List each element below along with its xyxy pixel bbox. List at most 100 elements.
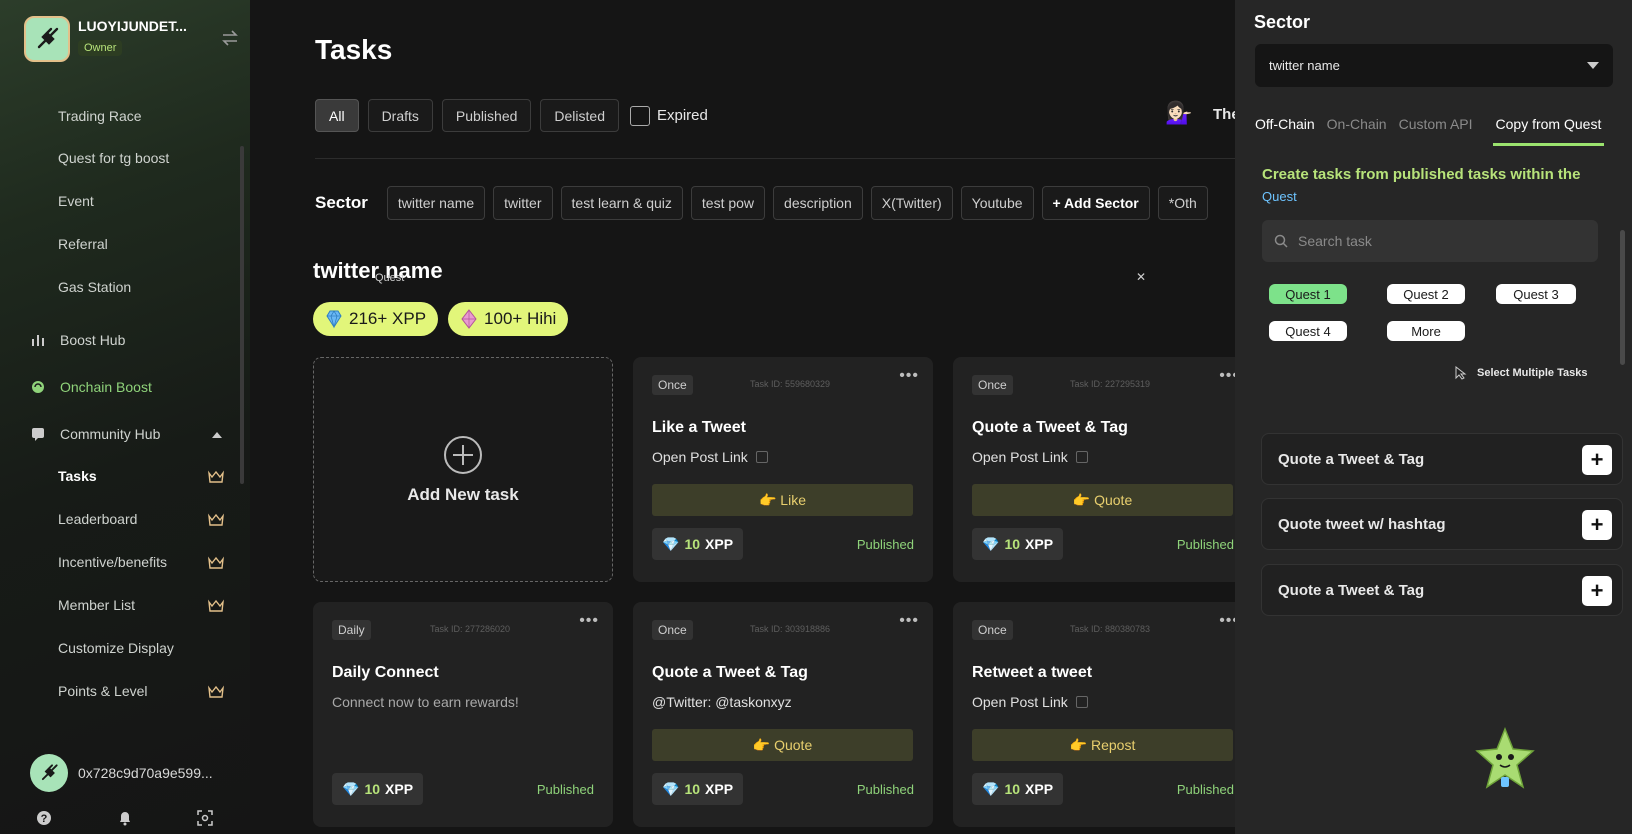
brand-logo-icon (24, 16, 70, 62)
filter-delisted[interactable]: Delisted (540, 99, 619, 132)
sector-chip[interactable]: test learn & quiz (560, 186, 683, 220)
sidebar-item-incentive[interactable]: Incentive/benefits (58, 554, 167, 570)
chevron-up-icon[interactable] (212, 431, 222, 438)
diamond-blue-icon: 💎 (982, 535, 1000, 552)
bell-icon[interactable] (117, 810, 133, 826)
expired-checkbox[interactable] (630, 105, 650, 126)
panel-scrollbar[interactable] (1620, 230, 1625, 365)
more-options-icon[interactable]: ••• (579, 612, 599, 630)
sidebar-group-onchain-boost[interactable]: Onchain Boost (30, 379, 152, 395)
sidebar-item-leaderboard[interactable]: Leaderboard (58, 511, 137, 527)
chart-icon (30, 332, 46, 348)
copy-icon[interactable] (1075, 451, 1088, 463)
tab-off-chain[interactable]: Off-Chain (1255, 116, 1315, 146)
sector-row: Sector twitter name twitter test learn &… (315, 186, 1208, 220)
sector-chip[interactable]: description (773, 186, 863, 220)
wallet-account[interactable]: 0x728c9d70a9e599... (30, 754, 213, 792)
panel-headline-quest: Quest (1262, 189, 1297, 204)
sidebar-item-tasks[interactable]: Tasks (58, 468, 97, 484)
sidebar-scrollbar[interactable] (240, 146, 244, 484)
task-id: Task ID: 559680329 (750, 379, 831, 389)
points-badge: 💎 10 XPP (652, 528, 744, 560)
add-sector-button[interactable]: + Add Sector (1041, 186, 1150, 220)
sidebar-item-trading-race[interactable]: Trading Race (58, 108, 142, 124)
quest-pill-1[interactable]: Quest 1 (1269, 284, 1347, 304)
sidebar-group-boost-hub[interactable]: Boost Hub (30, 332, 125, 348)
task-action-button[interactable]: 👉 Quote (972, 484, 1233, 516)
filter-published[interactable]: Published (441, 99, 532, 132)
brand-name: LUOYIJUNDET... (78, 18, 187, 34)
frequency-badge: Once (652, 375, 693, 395)
add-task-button[interactable]: + (1582, 510, 1612, 540)
sidebar-item-points-level[interactable]: Points & Level (58, 683, 148, 699)
points-value: 10 (1004, 536, 1021, 552)
filter-drafts[interactable]: Drafts (367, 99, 433, 132)
sidebar-item-referral[interactable]: Referral (58, 236, 108, 252)
mascot-assistant-icon[interactable] (1475, 727, 1535, 797)
quest-pill-3[interactable]: Quest 3 (1496, 284, 1576, 304)
task-card[interactable]: Daily Task ID: 277286020 ••• Daily Conne… (313, 602, 613, 827)
status-badge: Published (856, 782, 914, 797)
task-action-button[interactable]: 👉 Repost (972, 729, 1233, 761)
points-value: 10 (1004, 781, 1021, 797)
panel-headline: Create tasks from published tasks within… (1262, 164, 1602, 208)
status-filters: All Drafts Published Delisted Expired (315, 99, 708, 132)
sidebar-group-label: Onchain Boost (60, 379, 152, 395)
tab-custom-api[interactable]: Custom API (1399, 116, 1473, 146)
tab-copy-from-quest[interactable]: Copy from Quest (1492, 116, 1605, 146)
help-icon[interactable]: ? (36, 810, 52, 826)
divider (315, 158, 1235, 159)
sector-chip[interactable]: twitter (493, 186, 553, 220)
quest-pill-4[interactable]: Quest 4 (1269, 321, 1347, 341)
task-subtitle: Connect now to earn rewards! (332, 694, 519, 710)
chevron-down-icon (1587, 62, 1599, 69)
filter-all[interactable]: All (315, 99, 359, 132)
sector-chip[interactable]: X(Twitter) (870, 186, 953, 220)
sector-chip[interactable]: twitter name (386, 186, 486, 220)
more-options-icon[interactable]: ••• (1219, 612, 1235, 630)
diamond-blue-icon: 💎 (982, 780, 1000, 797)
sector-chip[interactable]: *Oth (1157, 186, 1208, 220)
select-multiple-toggle[interactable]: Select Multiple Tasks (1455, 366, 1587, 380)
task-action-button[interactable]: 👉 Quote (652, 729, 913, 761)
task-card[interactable]: Once Task ID: 227295319 ••• Quote a Twee… (953, 357, 1235, 582)
sidebar-item-customize-display[interactable]: Customize Display (58, 640, 174, 656)
swap-icon[interactable] (220, 28, 240, 48)
copy-icon[interactable] (755, 451, 768, 463)
points-value: 10 (364, 781, 381, 797)
brand-header[interactable]: LUOYIJUNDET... Owner (22, 14, 238, 64)
more-options-icon[interactable]: ••• (899, 612, 919, 630)
sidebar-item-event[interactable]: Event (58, 193, 94, 209)
scan-icon[interactable] (197, 810, 213, 826)
frequency-badge: Once (652, 620, 693, 640)
tab-on-chain[interactable]: On-Chain (1327, 116, 1387, 146)
more-options-icon[interactable]: ••• (899, 367, 919, 385)
more-options-icon[interactable]: ••• (1219, 367, 1235, 385)
task-card[interactable]: Once Task ID: 559680329 ••• Like a Tweet… (633, 357, 933, 582)
task-title: Daily Connect (332, 664, 439, 681)
sidebar-group-community-hub[interactable]: Community Hub (30, 426, 160, 442)
add-task-button[interactable]: + (1582, 576, 1612, 606)
frequency-badge: Daily (332, 620, 371, 640)
sidebar-item-gas-station[interactable]: Gas Station (58, 279, 131, 295)
sector-select[interactable]: twitter name (1255, 44, 1613, 87)
close-icon[interactable]: ✕ (1136, 270, 1146, 284)
sidebar-item-quest-tg-boost[interactable]: Quest for tg boost (58, 150, 169, 166)
quest-more-button[interactable]: More (1387, 321, 1465, 341)
plus-circle-icon (444, 435, 482, 474)
quest-pill-2[interactable]: Quest 2 (1387, 284, 1465, 304)
status-badge: Published (1176, 537, 1234, 552)
crown-icon (208, 685, 224, 698)
sidebar-item-member-list[interactable]: Member List (58, 597, 135, 613)
add-task-button[interactable]: + (1582, 445, 1612, 475)
add-new-task-card[interactable]: Add New task (313, 357, 613, 582)
task-card[interactable]: Once Task ID: 880380783 ••• Retweet a tw… (953, 602, 1235, 827)
task-action-button[interactable]: 👉 Like (652, 484, 913, 516)
diamond-blue-icon: 💎 (342, 780, 360, 797)
sector-chip[interactable]: Youtube (960, 186, 1034, 220)
task-title: Quote a Tweet & Tag (972, 419, 1128, 436)
search-input[interactable]: Search task (1262, 220, 1598, 262)
task-card[interactable]: Once Task ID: 303918886 ••• Quote a Twee… (633, 602, 933, 827)
copy-icon[interactable] (1075, 696, 1088, 708)
sector-chip[interactable]: test pow (690, 186, 766, 220)
